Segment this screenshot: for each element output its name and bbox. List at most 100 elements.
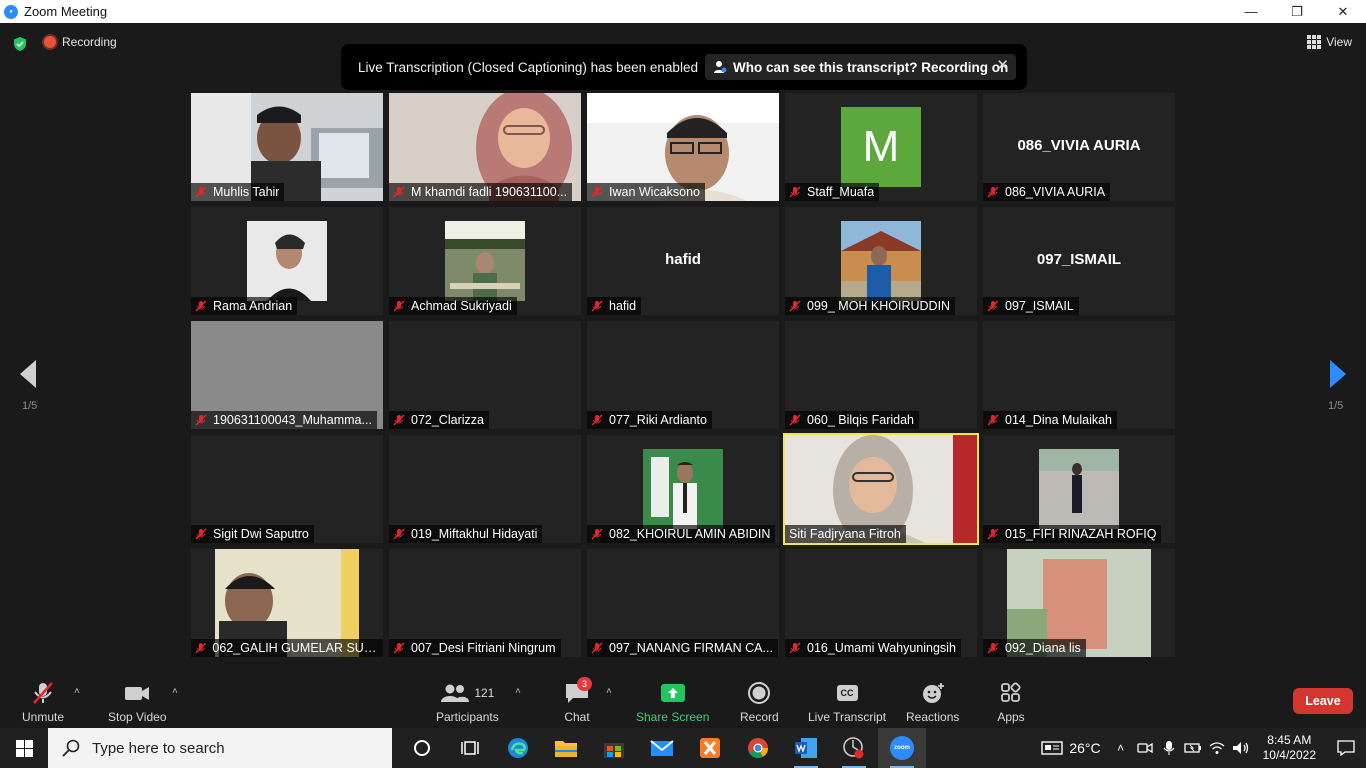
participant-display-name: 097_ISMAIL (1036, 251, 1122, 268)
video-tile[interactable]: 077_Riki Ardianto (587, 321, 779, 429)
video-tile[interactable]: 015_FIFI RINAZAH ROFIQ (983, 435, 1175, 543)
stop-video-button[interactable]: Stop Video (108, 681, 167, 724)
next-page-arrow-icon[interactable] (1328, 358, 1348, 390)
chat-unread-badge: 3 (577, 677, 592, 691)
transcript-visibility-link[interactable]: Who can see this transcript? Recording o… (704, 54, 1017, 80)
chat-options-caret-icon[interactable]: ˄ (606, 686, 612, 697)
record-button[interactable]: Record (740, 681, 779, 724)
video-tile[interactable]: 086_VIVIA AURIA 086_VIVIA AURIA (983, 93, 1175, 201)
video-tile[interactable]: 082_KHOIRUL AMIN ABIDIN (587, 435, 779, 543)
banner-text: Live Transcription (Closed Captioning) h… (358, 59, 698, 75)
store-taskbar-button[interactable] (590, 728, 638, 768)
task-view-button[interactable] (446, 728, 494, 768)
taskbar-clock[interactable]: 8:45 AM 10/4/2022 (1263, 733, 1316, 763)
participant-name: Siti Fadjryana Fitroh (789, 527, 901, 541)
participant-name: Achmad Sukriyadi (411, 299, 512, 313)
chrome-taskbar-button[interactable] (734, 728, 782, 768)
video-tile[interactable]: Achmad Sukriyadi (389, 207, 581, 315)
participant-display-name: 086_VIVIA AURIA (1017, 137, 1141, 154)
notifications-icon[interactable] (1326, 740, 1366, 756)
video-tile[interactable]: 097_NANANG FIRMAN CA... (587, 549, 779, 657)
active-speaker-tile[interactable]: Siti Fadjryana Fitroh (783, 433, 979, 545)
video-tile[interactable]: 062_GALIH GUMELAR SUDI... (191, 549, 383, 657)
live-transcript-button[interactable]: CC Live Transcript (808, 681, 886, 724)
system-tray: 26°C ˄ 8:45 AM 10/4/2022 (1041, 728, 1366, 768)
video-tile[interactable]: M Staff_Muafa (785, 93, 977, 201)
reactions-button[interactable]: Reactions (906, 681, 959, 724)
video-tile[interactable]: 014_Dina Mulaikah (983, 321, 1175, 429)
video-tile[interactable]: 007_Desi Fitriani Ningrum (389, 549, 581, 657)
view-button[interactable]: View (1307, 35, 1352, 49)
video-tile[interactable]: Sigit Dwi Saputro (191, 435, 383, 543)
apps-button[interactable]: Apps (997, 681, 1025, 724)
video-tile[interactable]: Rama Andrian (191, 207, 383, 315)
show-hidden-icons-icon[interactable]: ˄ (1109, 728, 1133, 768)
share-screen-icon (660, 684, 685, 702)
video-tile[interactable]: 099_ MOH KHOIRUDDIN (785, 207, 977, 315)
battery-icon[interactable] (1181, 728, 1205, 768)
video-tile[interactable]: 190631100043_Muhamma... (191, 321, 383, 429)
participant-name: 016_Umami Wahyuningsih (807, 641, 956, 655)
video-tile[interactable]: 097_ISMAIL 097_ISMAIL (983, 207, 1175, 315)
start-button[interactable] (0, 728, 48, 768)
chat-button[interactable]: 3 Chat (563, 677, 592, 724)
video-tile[interactable]: 016_Umami Wahyuningsih (785, 549, 977, 657)
participant-name: 097_NANANG FIRMAN CA... (609, 641, 773, 655)
video-tile[interactable]: Iwan Wicaksono (587, 93, 779, 201)
xampp-taskbar-button[interactable] (686, 728, 734, 768)
recording-app-taskbar-button[interactable] (830, 728, 878, 768)
zoom-app-icon: ● (4, 4, 18, 19)
volume-icon[interactable] (1229, 728, 1253, 768)
wifi-icon[interactable] (1205, 728, 1229, 768)
unmute-button[interactable]: Unmute (22, 681, 64, 724)
previous-page-arrow-icon[interactable] (18, 358, 38, 390)
leave-button[interactable]: Leave (1293, 688, 1353, 714)
news-widget-icon[interactable] (1041, 740, 1064, 756)
word-taskbar-button[interactable] (782, 728, 830, 768)
taskbar-search-box[interactable]: Type here to search (48, 728, 392, 768)
participant-name: 060_ Bilqis Faridah (807, 413, 915, 427)
muted-mic-icon (987, 186, 999, 198)
file-explorer-taskbar-button[interactable] (542, 728, 590, 768)
cortana-button[interactable] (398, 728, 446, 768)
apps-icon (1001, 682, 1021, 702)
participants-options-caret-icon[interactable]: ˄ (515, 686, 521, 697)
maximize-button[interactable]: ❐ (1274, 0, 1320, 23)
muted-mic-icon (195, 528, 207, 540)
record-label: Record (740, 710, 779, 724)
muted-mic-icon (195, 414, 207, 426)
video-tile[interactable]: hafid hafid (587, 207, 779, 315)
muted-mic-icon (789, 414, 801, 426)
zoom-taskbar-button[interactable]: zoom (878, 728, 926, 768)
video-tile[interactable]: M khamdi fadli 190631100... (389, 93, 581, 201)
muted-mic-icon (987, 528, 999, 540)
minimize-button[interactable]: — (1228, 0, 1274, 23)
meet-now-icon[interactable] (1133, 728, 1157, 768)
recording-indicator[interactable]: Recording (44, 35, 117, 49)
banner-link-label: Who can see this transcript? Recording o… (732, 59, 1009, 75)
mail-taskbar-button[interactable] (638, 728, 686, 768)
closed-caption-icon: CC (833, 681, 861, 705)
close-window-button[interactable]: ✕ (1320, 0, 1366, 23)
video-options-caret-icon[interactable]: ˄ (172, 686, 178, 697)
edge-taskbar-button[interactable] (494, 728, 542, 768)
video-tile[interactable]: 092_Diana lis (983, 549, 1175, 657)
share-screen-button[interactable]: Share Screen (636, 681, 709, 724)
video-tile[interactable]: 060_ Bilqis Faridah (785, 321, 977, 429)
video-tile[interactable]: 072_Clarizza (389, 321, 581, 429)
cc-icon-text: CC (836, 685, 858, 701)
audio-options-caret-icon[interactable]: ˄ (74, 686, 80, 697)
muted-mic-icon (393, 300, 405, 312)
microphone-in-use-icon[interactable] (1157, 728, 1181, 768)
task-view-icon (461, 741, 479, 755)
encryption-shield-icon[interactable] (12, 36, 28, 52)
edge-browser-icon (508, 738, 528, 758)
xampp-icon (700, 738, 720, 758)
video-tile[interactable]: 019_Miftakhul Hidayati (389, 435, 581, 543)
close-banner-icon[interactable]: ✕ (996, 56, 1009, 74)
participants-button[interactable]: 121 Participants (436, 681, 499, 724)
weather-temperature[interactable]: 26°C (1069, 740, 1100, 756)
video-tile[interactable]: Muhlis Tahir (191, 93, 383, 201)
muted-mic-icon (591, 528, 603, 540)
live-transcript-label: Live Transcript (808, 710, 887, 724)
